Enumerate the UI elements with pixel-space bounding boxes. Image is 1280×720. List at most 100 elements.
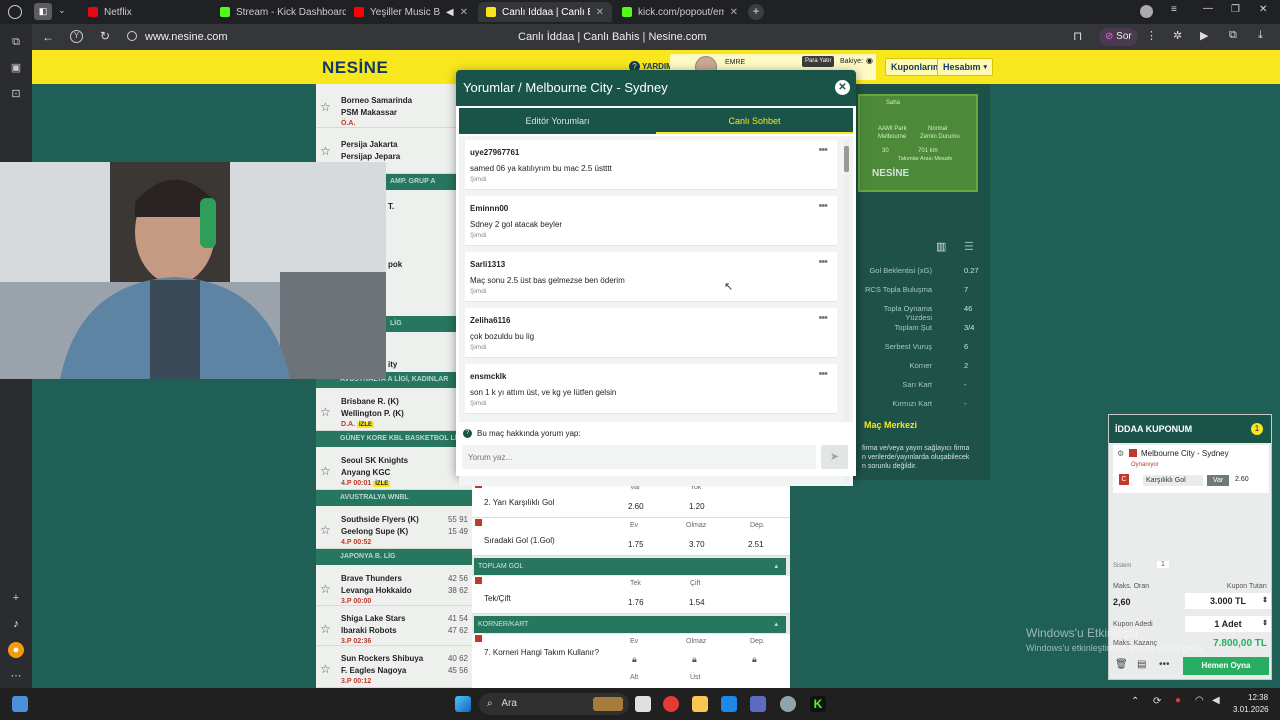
tiktok-icon[interactable]: ♪: [8, 616, 24, 632]
speaker-icon[interactable]: ◀: [446, 7, 454, 18]
section-header-toplam-gol[interactable]: TOPLAM GOL ▴: [474, 558, 786, 575]
list-item[interactable]: ☆ Borneo Samarinda PSM Makassar Ö.A.: [316, 84, 472, 128]
comment-username[interactable]: Zeliha6116: [470, 316, 510, 325]
match-center-link[interactable]: Maç Merkezi: [864, 420, 917, 430]
count-stepper[interactable]: 1 Adet ⇕: [1185, 616, 1271, 632]
odd-button[interactable]: 2.51: [748, 540, 764, 549]
reload-icon[interactable]: ↻: [100, 29, 110, 43]
favorite-star-icon[interactable]: ☆: [320, 523, 331, 537]
tab-list-chevron-icon[interactable]: ⌄: [58, 5, 66, 16]
send-button[interactable]: ➤: [821, 445, 848, 469]
favorite-star-icon[interactable]: ☆: [320, 144, 331, 158]
yandex-icon[interactable]: Y: [70, 30, 83, 43]
tab-youtube-music[interactable]: Yeşiller Music Band ◀ ✕: [346, 2, 476, 22]
collections-icon[interactable]: ⧉: [1229, 29, 1237, 42]
microphone-icon[interactable]: ●: [1175, 695, 1181, 706]
tab-nesine[interactable]: Canlı İddaa | Canlı Bahis ✕: [478, 2, 612, 22]
favorite-star-icon[interactable]: ☆: [320, 100, 331, 114]
watch-badge[interactable]: İZLE: [373, 481, 391, 487]
more-options-icon[interactable]: •••: [818, 312, 828, 324]
more-options-icon[interactable]: •••: [818, 256, 828, 268]
more-options-icon[interactable]: •••: [818, 368, 828, 380]
tab-kick-dashboard[interactable]: Stream - Kick Dashboard: [212, 2, 346, 22]
history-icon[interactable]: [8, 5, 22, 19]
teams-icon[interactable]: [750, 696, 766, 712]
minimize-icon[interactable]: —: [1203, 3, 1213, 14]
list-item[interactable]: ☆ Brisbane R. (K) Wellington P. (K) D.A.…: [316, 389, 472, 431]
ask-button[interactable]: ⊘ Sor: [1099, 28, 1138, 46]
odd-button[interactable]: 1.75: [628, 540, 644, 549]
maximize-icon[interactable]: ❐: [1231, 4, 1240, 15]
back-icon[interactable]: ←: [42, 30, 54, 44]
account-button[interactable]: Hesabım ▾: [937, 58, 994, 76]
chevron-updown-icon[interactable]: ⇕: [1262, 593, 1268, 609]
app-icon[interactable]: ●: [8, 642, 24, 658]
close-tab-icon[interactable]: ✕: [730, 7, 738, 18]
favorite-star-icon[interactable]: ☆: [320, 622, 331, 636]
comment-input[interactable]: [462, 445, 816, 469]
wifi-icon[interactable]: ◠: [1195, 695, 1204, 706]
start-icon[interactable]: [455, 696, 471, 712]
favorite-star-icon[interactable]: ☆: [320, 464, 331, 478]
tray-chevron-icon[interactable]: ⌃: [1131, 696, 1139, 707]
list-item[interactable]: ☆ Shiga Lake Stars Ibaraki Robots 3.P 02…: [316, 606, 472, 646]
more-options-icon[interactable]: •••: [1159, 659, 1170, 670]
section-header-korner-kart[interactable]: KORNER/KART ▴: [474, 616, 786, 633]
favorite-star-icon[interactable]: ☆: [320, 405, 331, 419]
favorite-star-icon[interactable]: ☆: [320, 662, 331, 676]
delete-coupon-icon[interactable]: 🗑︎: [1115, 659, 1128, 670]
deposit-button[interactable]: Para Yatır: [802, 56, 835, 67]
steam-icon[interactable]: [780, 696, 796, 712]
close-tab-icon[interactable]: ✕: [460, 7, 468, 18]
tab-kick-popout[interactable]: kick.com/popout/emreaki ✕: [614, 2, 746, 22]
profile-avatar[interactable]: [1140, 5, 1153, 18]
watch-badge[interactable]: İZLE: [357, 422, 374, 428]
outlook-icon[interactable]: [721, 696, 737, 712]
tab-netflix[interactable]: Netflix: [80, 2, 210, 22]
close-window-icon[interactable]: ✕: [1259, 4, 1267, 15]
league-header[interactable]: GÜNEY KORE KBL BASKETBOL LİGİ: [316, 431, 472, 447]
odd-button[interactable]: 2.60: [628, 502, 644, 511]
odd-button[interactable]: 1.76: [628, 598, 644, 607]
comment-username[interactable]: Sarli1313: [470, 260, 505, 269]
media-icon[interactable]: ▶: [1200, 29, 1208, 42]
scrollbar-thumb[interactable]: [844, 146, 849, 172]
taskbar-search[interactable]: ⌕ Ara: [479, 693, 629, 715]
odd-button[interactable]: 1.20: [689, 502, 705, 511]
yandex-browser-icon[interactable]: [663, 696, 679, 712]
file-explorer-icon[interactable]: [692, 696, 708, 712]
nesine-logo[interactable]: NESİNE: [322, 58, 388, 78]
screenshot-icon[interactable]: ⊡: [8, 86, 24, 102]
favorite-star-icon[interactable]: ☆: [320, 582, 331, 596]
odd-button[interactable]: 3.70: [689, 540, 705, 549]
tab-editor-comments[interactable]: Editör Yorumları: [459, 108, 656, 134]
chart-icon[interactable]: ▥: [936, 240, 946, 253]
add-panel-icon[interactable]: +: [8, 590, 24, 606]
notes-icon[interactable]: ▣: [8, 60, 24, 76]
tab-live-chat[interactable]: Canlı Sohbet: [656, 108, 853, 134]
play-now-button[interactable]: Hemen Oyna: [1183, 657, 1269, 675]
amount-stepper[interactable]: 3.000 TL ⇕: [1185, 593, 1271, 609]
list-item[interactable]: ☆ Seoul SK Knights Anyang KGC 4.P 00:01 İ…: [316, 448, 472, 490]
comment-username[interactable]: Eminnn00: [470, 204, 508, 213]
widgets-icon[interactable]: [12, 696, 28, 712]
site-info-icon[interactable]: [127, 31, 137, 41]
delete-icon[interactable]: ⚙: [1117, 449, 1124, 458]
more-options-icon[interactable]: •••: [818, 144, 828, 156]
tabs-icon[interactable]: ⧉: [8, 34, 24, 50]
new-tab-button[interactable]: +: [748, 4, 764, 20]
comment-username[interactable]: uye27967761: [470, 148, 519, 157]
more-icon[interactable]: ⋮: [1146, 29, 1157, 42]
eye-icon[interactable]: ◉: [866, 56, 873, 65]
coupon-header[interactable]: İDDAA KUPONUM 1: [1109, 415, 1271, 443]
list-item[interactable]: ☆ Sun Rockers Shibuya F. Eagles Nagoya 3…: [316, 646, 472, 688]
list-item[interactable]: ☆ Brave Thunders Levanga Hokkaido 3.P 00…: [316, 566, 472, 606]
league-header[interactable]: JAPONYA B. LİG: [316, 549, 472, 565]
list-icon[interactable]: ☰: [964, 240, 974, 253]
league-header[interactable]: AVUSTRALYA WNBL: [316, 490, 472, 506]
close-icon[interactable]: ✕: [835, 80, 850, 95]
url-text[interactable]: www.nesine.com: [145, 31, 228, 43]
extensions-icon[interactable]: ✲: [1173, 29, 1182, 42]
task-view-icon[interactable]: [635, 696, 651, 712]
more-panels-icon[interactable]: ⋯: [8, 668, 24, 684]
